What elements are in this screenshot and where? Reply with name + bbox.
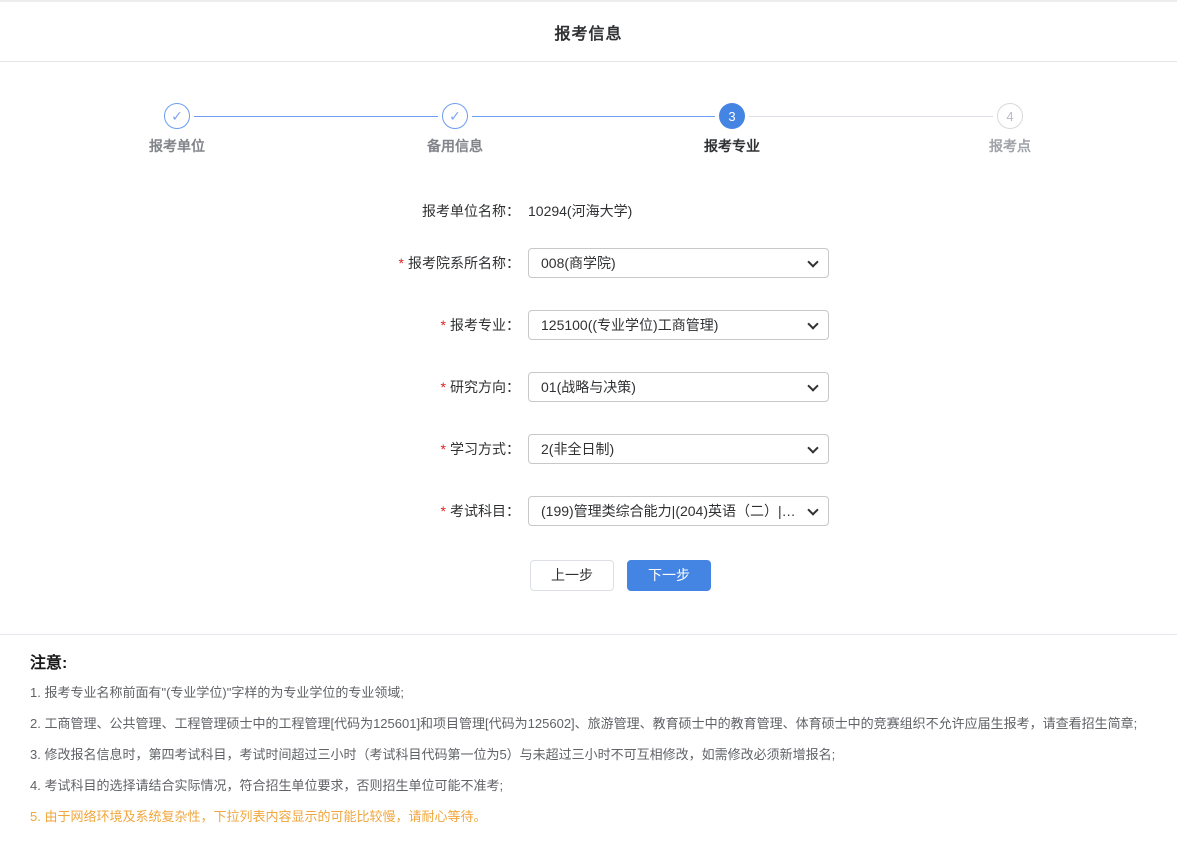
field-label-text: 报考院系所名称： — [408, 255, 520, 271]
stepper: ✓ 报考单位 ✓ 备用信息 3 报考专业 4 报考点 — [0, 103, 1177, 161]
study-mode-select-wrap: 2(非全日制) — [528, 434, 829, 464]
required-marker: * — [441, 379, 446, 395]
required-marker: * — [441, 441, 446, 457]
form-row-department: *报考院系所名称： 008(商学院) — [0, 248, 1177, 278]
required-marker: * — [399, 255, 404, 271]
note-item-1: 1. 报考专业名称前面有"(专业学位)"字样的为专业学位的专业领域; — [30, 681, 1147, 705]
form-row-research-direction: *研究方向： 01(战略与决策) — [0, 372, 1177, 402]
field-label-text: 报考专业： — [450, 317, 520, 333]
form-row-major: *报考专业： 125100((专业学位)工商管理) — [0, 310, 1177, 340]
note-item-3: 3. 修改报名信息时，第四考试科目，考试时间超过三小时（考试科目代码第一位为5）… — [30, 743, 1147, 767]
required-marker: * — [441, 317, 446, 333]
major-select-wrap: 125100((专业学位)工商管理) — [528, 310, 829, 340]
notes-section: 注意: 1. 报考专业名称前面有"(专业学位)"字样的为专业学位的专业领域; 2… — [30, 649, 1147, 829]
research-direction-select[interactable]: 01(战略与决策) — [528, 372, 829, 402]
form-row-study-mode: *学习方式： 2(非全日制) — [0, 434, 1177, 464]
step-label: 报考单位 — [117, 136, 237, 156]
note-item-4: 4. 考试科目的选择请结合实际情况，符合招生单位要求，否则招生单位可能不准考; — [30, 774, 1147, 798]
prev-step-button[interactable]: 上一步 — [530, 560, 614, 591]
required-marker: * — [441, 503, 446, 519]
field-label: *报考院系所名称： — [0, 253, 520, 273]
field-label: *研究方向： — [0, 377, 520, 397]
check-icon: ✓ — [164, 103, 190, 129]
step-number: 4 — [997, 103, 1023, 129]
check-icon: ✓ — [442, 103, 468, 129]
field-label-text: 研究方向： — [450, 379, 520, 395]
field-label: *报考专业： — [0, 315, 520, 335]
next-step-button[interactable]: 下一步 — [627, 560, 711, 591]
page-title: 报考信息 — [554, 20, 622, 44]
exam-subjects-select[interactable]: (199)管理类综合能力|(204)英语（二）|(-... — [528, 496, 829, 526]
application-form: 报考单位名称： 10294(河海大学) *报考院系所名称： 008(商学院) *… — [0, 201, 1177, 591]
step-label: 报考专业 — [672, 136, 792, 156]
step-label: 报考点 — [950, 136, 1070, 156]
exam-subjects-select-wrap: (199)管理类综合能力|(204)英语（二）|(-... — [528, 496, 829, 526]
step-baokaodanwei: ✓ 报考单位 — [117, 103, 237, 156]
unit-name-value: 10294(河海大学) — [528, 201, 632, 221]
form-buttons: 上一步 下一步 — [530, 560, 1177, 591]
study-mode-select[interactable]: 2(非全日制) — [528, 434, 829, 464]
step-label: 备用信息 — [395, 136, 515, 156]
section-divider — [0, 634, 1177, 635]
note-item-2: 2. 工商管理、公共管理、工程管理硕士中的工程管理[代码为125601]和项目管… — [30, 712, 1147, 736]
step-baokaozhuanye-active: 3 报考专业 — [672, 103, 792, 156]
research-direction-select-wrap: 01(战略与决策) — [528, 372, 829, 402]
field-label: *学习方式： — [0, 439, 520, 459]
step-number: 3 — [719, 103, 745, 129]
field-label-text: 考试科目： — [450, 503, 520, 519]
field-label: 报考单位名称： — [0, 201, 520, 221]
note-item-5-warning: 5. 由于网络环境及系统复杂性，下拉列表内容显示的可能比较慢，请耐心等待。 — [30, 805, 1147, 829]
department-select-wrap: 008(商学院) — [528, 248, 829, 278]
department-select[interactable]: 008(商学院) — [528, 248, 829, 278]
field-label: *考试科目： — [0, 501, 520, 521]
step-beiyongxinxi: ✓ 备用信息 — [395, 103, 515, 156]
form-row-unit-name: 报考单位名称： 10294(河海大学) — [0, 201, 1177, 221]
form-row-exam-subjects: *考试科目： (199)管理类综合能力|(204)英语（二）|(-... — [0, 496, 1177, 526]
field-label-text: 学习方式： — [450, 441, 520, 457]
page-header: 报考信息 — [0, 0, 1177, 62]
notes-heading: 注意: — [30, 649, 1147, 673]
major-select[interactable]: 125100((专业学位)工商管理) — [528, 310, 829, 340]
step-baokaodian: 4 报考点 — [950, 103, 1070, 156]
